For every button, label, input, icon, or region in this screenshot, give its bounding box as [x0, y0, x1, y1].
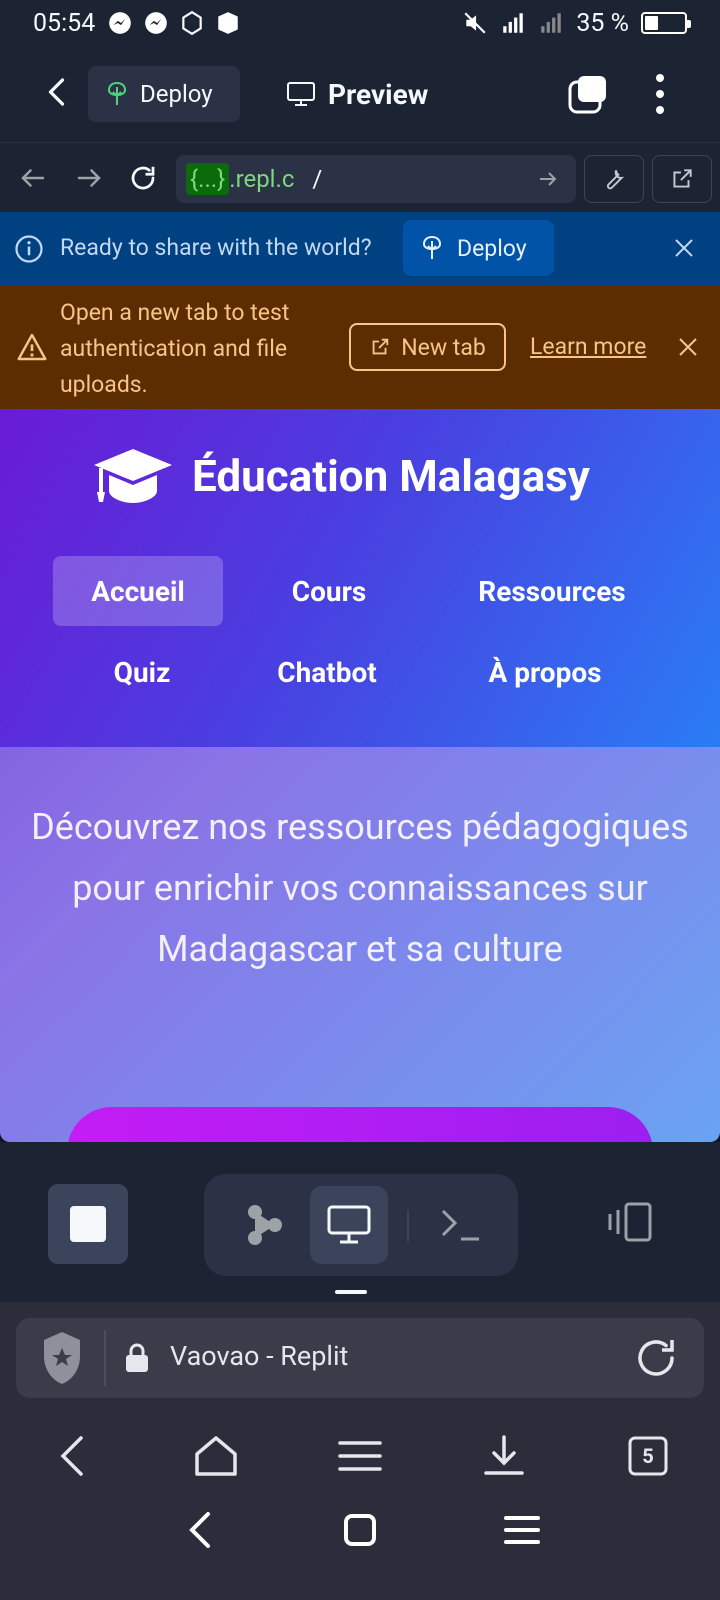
graduation-cap-icon [94, 449, 172, 503]
devtools-button[interactable] [584, 155, 644, 203]
tab-count: 5 [642, 1444, 654, 1468]
back-chevron-icon [60, 1436, 83, 1476]
browser-home-button[interactable] [190, 1430, 242, 1482]
deploy-info-banner: Ready to share with the world? Deploy [0, 212, 720, 285]
replit-toolbar [0, 1142, 720, 1302]
browser-chrome: Vaovao - Replit 5 [0, 1302, 720, 1600]
battery-fill [645, 16, 658, 30]
close-icon[interactable] [676, 335, 700, 359]
site-navbar: Éducation Malagasy Accueil Cours Ressour… [0, 409, 720, 747]
deploy-icon [107, 81, 127, 105]
stop-button[interactable] [48, 1184, 128, 1264]
browser-address-bar[interactable]: Vaovao - Replit [16, 1318, 704, 1398]
stop-icon [70, 1206, 106, 1242]
nav-a-propos[interactable]: À propos [460, 637, 630, 707]
back-chevron-icon[interactable] [40, 74, 76, 110]
lock-icon [126, 1343, 148, 1372]
messenger-icon [145, 12, 168, 34]
messenger-icon [109, 12, 132, 34]
battery-percent: 35 % [576, 8, 629, 38]
monitor-icon [287, 82, 315, 106]
learn-more-link[interactable]: Learn more [530, 333, 646, 360]
brand-name: Éducation Malagasy [192, 450, 590, 502]
system-recents-icon[interactable] [500, 1508, 544, 1552]
open-external-button[interactable] [652, 155, 712, 203]
hero-cta-button[interactable] [67, 1107, 653, 1142]
download-icon [484, 1435, 524, 1475]
system-home-icon[interactable] [338, 1508, 382, 1552]
mute-icon [464, 12, 486, 34]
forward-arrow-icon[interactable] [74, 163, 104, 193]
site-brand[interactable]: Éducation Malagasy [92, 445, 590, 507]
preview-tab[interactable]: Preview [286, 66, 428, 122]
reload-icon[interactable] [634, 1336, 678, 1380]
terminal-icon [441, 1209, 479, 1241]
wrench-icon [607, 169, 625, 190]
menu-icon [338, 1441, 382, 1471]
url-field[interactable]: {...} .repl.c / [176, 155, 576, 203]
website-preview: Découvrez nos ressources pédagogiques po… [0, 409, 720, 1142]
preview-view-button[interactable] [310, 1186, 388, 1264]
tabs-icon[interactable] [568, 74, 608, 114]
deploy-icon [422, 235, 442, 259]
deploy-button[interactable]: Deploy [88, 66, 240, 122]
monitor-icon [327, 1205, 371, 1244]
preview-label: Preview [328, 77, 429, 111]
webview-url-bar: {...} .repl.c / [0, 142, 720, 212]
browser-downloads-button[interactable] [478, 1430, 530, 1482]
signal-icon [503, 13, 524, 33]
banner-deploy-label: Deploy [457, 234, 527, 262]
warning-text: Open a new tab to test authentication an… [60, 299, 290, 398]
go-arrow-icon[interactable] [536, 167, 560, 191]
app-book-icon [218, 12, 239, 34]
shell-view-button[interactable] [422, 1186, 500, 1264]
browser-back-button[interactable] [46, 1430, 98, 1482]
warning-icon [17, 333, 47, 361]
panel-layout-icon[interactable] [606, 1200, 656, 1244]
more-options-icon[interactable] [650, 72, 670, 116]
home-icon [195, 1436, 237, 1476]
close-icon[interactable] [672, 236, 696, 260]
new-tab-warning-banner: Open a new tab to test authentication an… [0, 285, 720, 409]
nav-cours[interactable]: Cours [254, 556, 404, 626]
nav-accueil[interactable]: Accueil [53, 556, 223, 626]
info-icon [15, 235, 43, 263]
new-tab-label: New tab [401, 333, 486, 361]
agent-view-button[interactable] [226, 1186, 304, 1264]
clock: 05:54 [33, 8, 96, 38]
info-banner-text: Ready to share with the world? [60, 234, 372, 261]
page-title: Vaovao - Replit [170, 1340, 349, 1372]
divider [104, 1330, 106, 1386]
refresh-icon[interactable] [128, 163, 158, 193]
browser-tabs-button[interactable]: 5 [622, 1430, 674, 1482]
hero-description: Découvrez nos ressources pédagogiques po… [31, 806, 689, 970]
url-path: / [312, 165, 323, 193]
signal-icon [541, 13, 562, 33]
url-host: .repl.c [229, 165, 295, 193]
browser-menu-button[interactable] [334, 1430, 386, 1482]
nav-quiz[interactable]: Quiz [82, 637, 202, 707]
view-switcher [204, 1174, 518, 1276]
app-cube-icon [182, 10, 203, 36]
separator [407, 1210, 409, 1242]
external-link-icon [372, 338, 389, 355]
agent-icon [248, 1205, 282, 1245]
status-bar: 05:54 35 % [0, 0, 720, 46]
nav-ressources[interactable]: Ressources [452, 556, 652, 626]
external-link-icon [673, 169, 692, 188]
banner-deploy-button[interactable]: Deploy [403, 220, 554, 276]
new-tab-button[interactable]: New tab [349, 323, 506, 371]
notification-icons [107, 10, 241, 36]
back-arrow-icon[interactable] [18, 163, 48, 193]
battery-icon [641, 12, 691, 34]
system-back-icon[interactable] [180, 1508, 224, 1552]
shield-icon[interactable] [40, 1330, 84, 1386]
deploy-label: Deploy [140, 80, 213, 108]
replit-header: Deploy Preview [0, 46, 720, 142]
url-tag: {...} [186, 163, 230, 195]
drag-handle[interactable] [335, 1290, 367, 1294]
nav-chatbot[interactable]: Chatbot [252, 637, 402, 707]
